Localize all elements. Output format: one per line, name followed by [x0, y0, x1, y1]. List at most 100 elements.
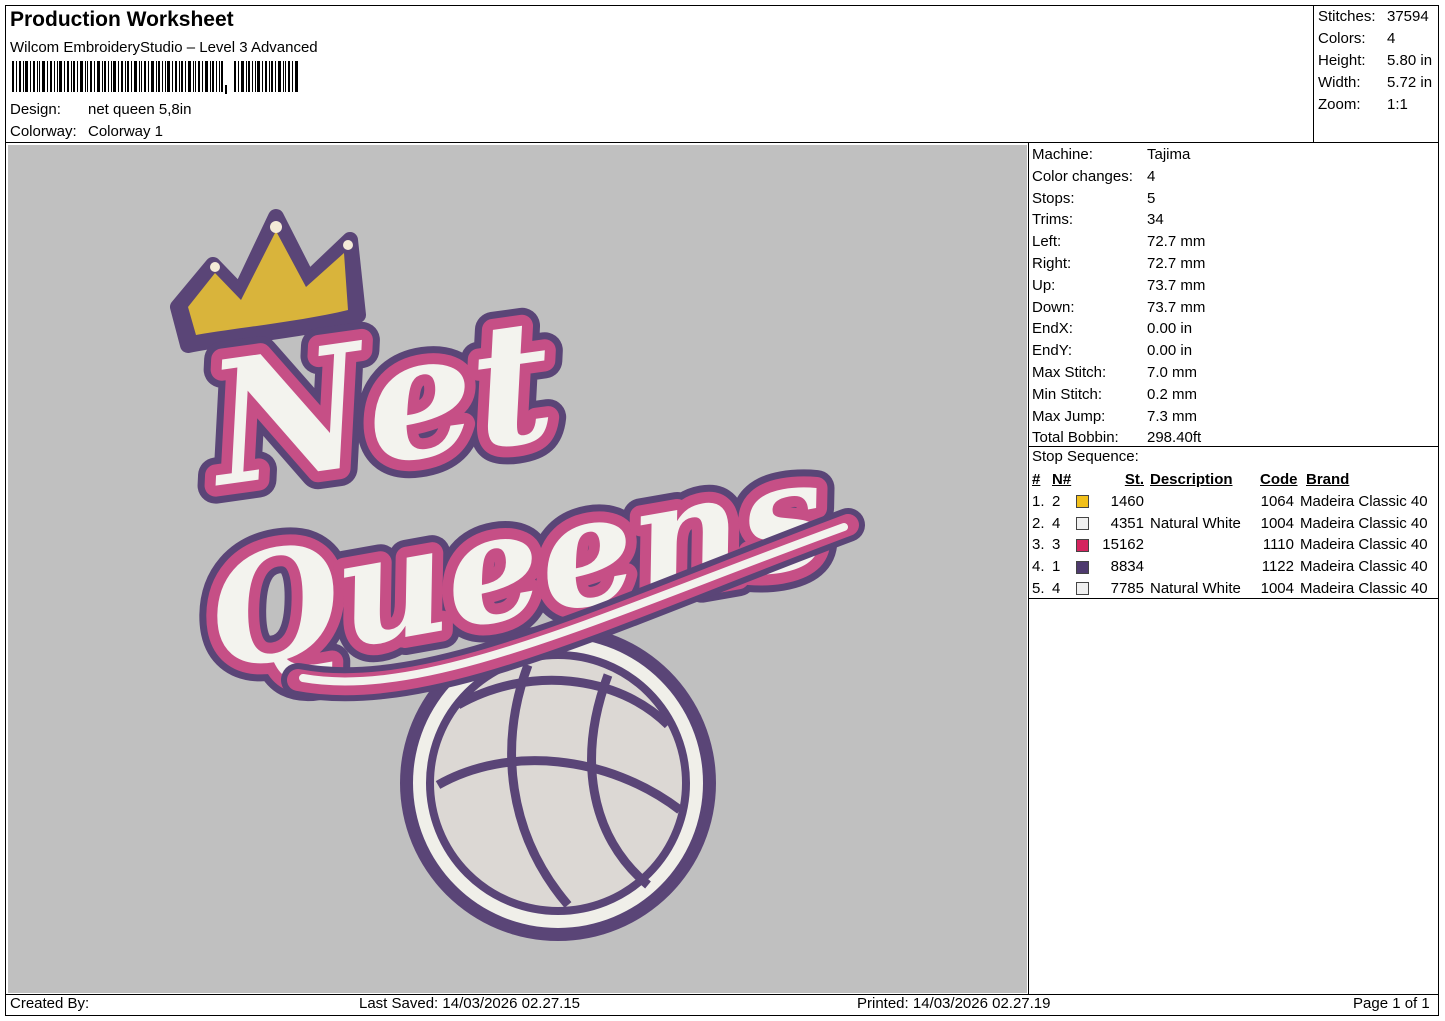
property-row: Min Stitch: 0.2 mm — [1032, 384, 1205, 406]
property-value: Tajima — [1147, 146, 1191, 163]
header-divider — [5, 142, 1439, 143]
summary-value: 37594 — [1387, 8, 1429, 25]
property-label: Stops: — [1032, 189, 1075, 207]
footer-page-number: Page 1 of 1 — [1353, 995, 1430, 1012]
page-title: Production Worksheet — [10, 8, 234, 31]
property-value: 4 — [1147, 167, 1156, 185]
summary-label: Colors: — [1318, 30, 1366, 47]
summary-label: Height: — [1318, 52, 1366, 69]
table-row: 3. 3 15162 1110 Madeira Classic 40 — [1032, 534, 1440, 556]
header-stitches: St. — [1124, 471, 1144, 488]
summary-label: Stitches: — [1318, 8, 1376, 25]
row-needle: 2 — [1052, 492, 1061, 510]
row-needle: 1 — [1052, 558, 1061, 576]
property-value: 298.40ft — [1147, 429, 1202, 447]
property-label: EndY: — [1032, 342, 1073, 360]
row-description: Natural White — [1150, 514, 1241, 532]
stop-sequence-title: Stop Sequence: — [1032, 448, 1139, 465]
row-description: Natural White — [1150, 579, 1241, 597]
property-row: Trims: 34 — [1032, 209, 1205, 231]
property-label: Trims: — [1032, 211, 1074, 229]
row-num: 4. — [1032, 558, 1045, 576]
property-label: Down: — [1032, 298, 1075, 316]
header-brand: Brand — [1306, 471, 1350, 488]
property-label: EndX: — [1032, 320, 1073, 338]
property-value: 73.7 mm — [1147, 298, 1206, 316]
row-needle: 4 — [1052, 514, 1061, 532]
property-label: Min Stitch: — [1032, 385, 1103, 403]
footer-printed: Printed: 14/03/2026 02.27.19 — [857, 995, 1051, 1012]
property-label: Max Jump: — [1032, 407, 1106, 425]
property-row: EndY: 0.00 in — [1032, 340, 1205, 362]
row-code: 1122 — [1261, 558, 1294, 576]
property-row: Right: 72.7 mm — [1032, 253, 1205, 275]
summary-value: 5.80 in — [1387, 52, 1433, 69]
barcode-image — [12, 61, 298, 94]
row-code: 1064 — [1260, 492, 1294, 510]
summary-value: 5.72 in — [1387, 74, 1433, 91]
design-label: Design: — [10, 101, 61, 118]
color-swatch — [1076, 495, 1098, 509]
color-swatch — [1076, 516, 1098, 530]
property-row: Max Stitch: 7.0 mm — [1032, 362, 1205, 384]
property-row: Left: 72.7 mm — [1032, 231, 1205, 253]
row-brand: Madeira Classic 40 — [1300, 579, 1428, 597]
row-code: 1110 — [1262, 536, 1294, 554]
colorway-value: Colorway 1 — [88, 123, 164, 140]
property-row: Stops: 5 — [1032, 188, 1205, 210]
row-num: 5. — [1032, 579, 1045, 597]
row-brand: Madeira Classic 40 — [1300, 558, 1428, 576]
table-row: 4. 1 8834 1122 Madeira Classic 40 — [1032, 556, 1440, 578]
property-row: Max Jump: 7.3 mm — [1032, 406, 1205, 428]
row-needle: 4 — [1052, 579, 1061, 597]
summary-label: Zoom: — [1318, 96, 1361, 113]
summary-label: Width: — [1318, 74, 1361, 91]
footer-last-saved: Last Saved: 14/03/2026 02.27.15 — [359, 995, 581, 1012]
embroidery-design-image: Net Net Net Queens Queens Queens — [170, 209, 865, 941]
footer-created-by: Created By: — [10, 995, 90, 1012]
header-description: Description — [1150, 471, 1233, 488]
summary-row: Colors: 4 — [1318, 28, 1432, 50]
property-value: 0.00 in — [1147, 342, 1193, 360]
summary-row: Height: 5.80 in — [1318, 50, 1432, 72]
row-brand: Madeira Classic 40 — [1300, 514, 1428, 532]
swatch-fill — [1076, 560, 1089, 574]
stop-sequence-table: # N# St. Description Code Brand 1. 2 146… — [1032, 469, 1440, 600]
property-value: 0.2 mm — [1147, 385, 1198, 403]
property-value: 72.7 mm — [1147, 233, 1206, 251]
property-row: Up: 73.7 mm — [1032, 275, 1205, 297]
summary-row: Stitches: 37594 — [1318, 6, 1432, 28]
property-value: 73.7 mm — [1147, 276, 1206, 294]
summary-value: 1:1 — [1387, 96, 1408, 113]
summary-value: 4 — [1387, 30, 1396, 47]
property-label: Machine: — [1032, 146, 1093, 163]
colorway-row: Colorway: Colorway 1 — [10, 123, 163, 140]
table-header: # N# St. Description Code Brand — [1032, 469, 1440, 491]
footer-divider — [5, 994, 1439, 995]
swatch-fill — [1076, 516, 1089, 530]
property-value: 7.0 mm — [1147, 363, 1198, 381]
canvas-divider — [1028, 142, 1029, 994]
property-value: 34 — [1147, 211, 1164, 229]
row-code: 1004 — [1260, 579, 1294, 597]
colorway-label: Colorway: — [10, 123, 77, 140]
design-lettering: Net Net Net Queens Queens Queens — [175, 262, 865, 723]
machine-properties: Machine: Tajima Color changes: 4 Stops: 5 T… — [1032, 144, 1205, 449]
property-value: 5 — [1147, 189, 1156, 207]
table-row: 1. 2 1460 1064 Madeira Classic 40 — [1032, 491, 1440, 513]
design-row: Design: net queen 5,8in — [10, 101, 191, 118]
swatch-fill — [1076, 495, 1089, 509]
property-label: Color changes: — [1032, 167, 1133, 185]
property-row: Total Bobbin: 298.40ft — [1032, 427, 1205, 449]
property-value: 0.00 in — [1147, 320, 1193, 338]
header-needle: N# — [1052, 471, 1072, 488]
property-value: 72.7 mm — [1147, 254, 1206, 272]
property-label: Up: — [1032, 276, 1056, 294]
summary-row: Width: 5.72 in — [1318, 72, 1432, 94]
design-preview: Net Net Net Queens Queens Queens — [8, 145, 1027, 993]
row-num: 3. — [1032, 536, 1045, 554]
property-row: Machine: Tajima — [1032, 144, 1205, 166]
swatch-fill — [1076, 538, 1089, 552]
summary-row: Zoom: 1:1 — [1318, 94, 1432, 116]
row-stitches: 8834 — [1110, 558, 1144, 576]
